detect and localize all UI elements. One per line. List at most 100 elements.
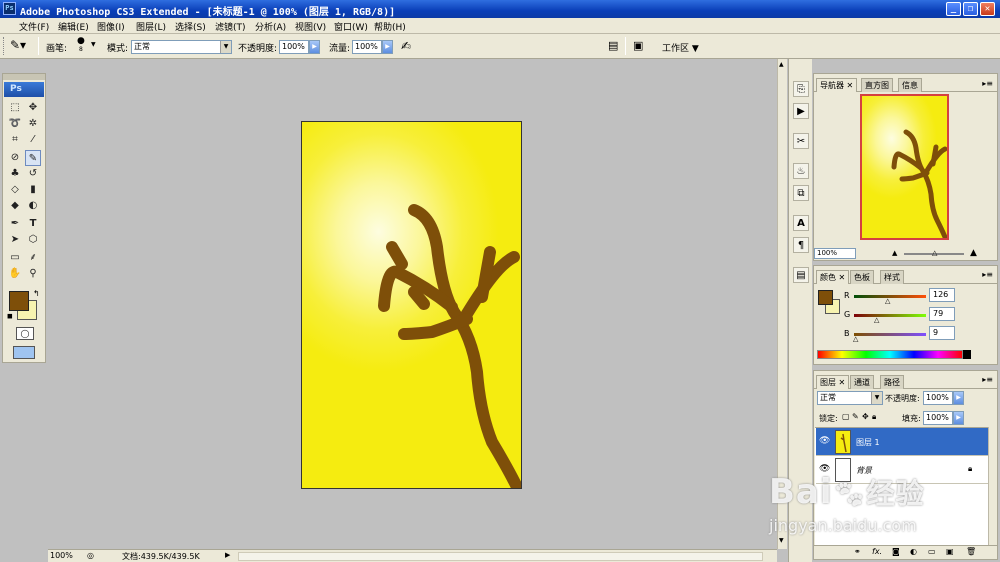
zoom-tool-icon[interactable]: ⚲	[25, 266, 41, 282]
red-value-input[interactable]: 126	[929, 288, 955, 302]
menu-help[interactable]: 帮助(H)	[374, 20, 406, 33]
menu-window[interactable]: 窗口(W)	[334, 20, 368, 33]
opacity-slider-arrow-icon[interactable]: ▶	[309, 40, 320, 54]
shape-tool-icon[interactable]: ⬡	[25, 232, 41, 248]
blue-value-input[interactable]: 9	[929, 326, 955, 340]
tab-swatches[interactable]: 色板	[850, 270, 874, 284]
zoom-slider-thumb[interactable]: △	[932, 249, 937, 257]
green-value-input[interactable]: 79	[929, 307, 955, 321]
green-slider-thumb[interactable]: △	[874, 316, 879, 324]
restore-icon[interactable]: ❐	[963, 2, 978, 16]
color-panel-foreground-swatch[interactable]	[818, 290, 833, 305]
lock-position-icon[interactable]: ✥	[862, 412, 869, 421]
slice-tool-icon[interactable]: ⁄	[25, 132, 41, 148]
tab-channels[interactable]: 通道	[850, 375, 874, 389]
navigator-preview[interactable]	[860, 94, 949, 240]
tab-info[interactable]: 信息	[898, 78, 922, 92]
airbrush-icon[interactable]: ✍	[401, 39, 411, 53]
lock-transparency-icon[interactable]: ▢	[842, 412, 850, 421]
menu-edit[interactable]: 编辑(E)	[58, 20, 89, 33]
navigator-zoom-input[interactable]: 100%	[814, 248, 856, 259]
status-menu-icon[interactable]: ◎	[87, 551, 94, 560]
pen-tool-icon[interactable]: ✒	[7, 216, 23, 232]
eyedropper-tool-icon[interactable]: ⸙	[25, 250, 41, 266]
fx-icon[interactable]: fx.	[872, 547, 882, 556]
notes-tool-icon[interactable]: ▭	[7, 250, 23, 266]
flow-input[interactable]: 100%	[352, 40, 382, 54]
status-arrow-icon[interactable]: ▶	[225, 551, 230, 559]
tab-histogram[interactable]: 直方图	[861, 78, 893, 92]
close-icon[interactable]: ✕	[980, 2, 995, 16]
marquee-tool-icon[interactable]: ⬚	[7, 100, 23, 116]
menu-analysis[interactable]: 分析(A)	[255, 20, 286, 33]
menu-filter[interactable]: 滤镜(T)	[215, 20, 246, 33]
mode-select[interactable]: 正常 ▼	[131, 40, 232, 54]
menu-layer[interactable]: 图层(L)	[136, 20, 166, 33]
tab-layers[interactable]: 图层 ✕	[816, 375, 850, 389]
horizontal-scrollbar[interactable]	[238, 552, 763, 561]
type-tool-icon[interactable]: T	[25, 216, 41, 232]
black-swatch[interactable]	[963, 350, 971, 359]
layer-row[interactable]: 👁︎ 图层 1	[816, 428, 989, 456]
actions-icon[interactable]: ▶	[793, 103, 809, 119]
panel-menu-icon[interactable]: ▸≡	[982, 375, 993, 384]
lasso-tool-icon[interactable]: ➰	[7, 116, 23, 132]
brush-tool-icon[interactable]: ✎▾	[10, 38, 26, 52]
magic-wand-tool-icon[interactable]: ✲	[25, 116, 41, 132]
blue-slider-thumb[interactable]: △	[853, 335, 858, 343]
menu-select[interactable]: 选择(S)	[175, 20, 206, 33]
tab-styles[interactable]: 样式	[880, 270, 904, 284]
history-brush-tool-icon[interactable]: ↺	[25, 166, 41, 182]
paragraph-icon[interactable]: ¶	[793, 237, 809, 253]
chevron-down-icon[interactable]: ▼	[91, 41, 96, 48]
lock-all-icon[interactable]: 🔒︎	[872, 412, 876, 422]
panel-menu-icon[interactable]: ▸≡	[982, 79, 993, 88]
tab-navigator[interactable]: 导航器 ✕	[816, 78, 858, 92]
brush-picker[interactable]: ● 8	[77, 37, 85, 54]
mask-icon[interactable]: ◙	[892, 547, 900, 556]
crop-tool-icon[interactable]: ⌗	[7, 132, 23, 148]
clone-source-icon[interactable]: ⧉	[793, 185, 809, 201]
screen-mode-icon[interactable]	[13, 346, 35, 359]
healing-brush-tool-icon[interactable]: ⊘	[7, 150, 23, 166]
blend-mode-select[interactable]: 正常 ▼	[817, 391, 883, 405]
clone-stamp-tool-icon[interactable]: ♣	[7, 166, 23, 182]
fill-arrow-icon[interactable]: ▶	[953, 411, 964, 425]
lock-pixels-icon[interactable]: ✎	[852, 412, 859, 421]
green-slider[interactable]	[854, 314, 926, 317]
foreground-color-swatch[interactable]	[9, 291, 29, 311]
minimize-icon[interactable]: _	[946, 2, 961, 16]
color-spectrum-bar[interactable]	[817, 350, 963, 359]
fill-input[interactable]: 100%	[923, 411, 953, 425]
dodge-tool-icon[interactable]: ◐	[25, 198, 41, 214]
default-colors-icon[interactable]: ◼	[7, 312, 13, 320]
zoom-level[interactable]: 100%	[50, 551, 73, 560]
bridge-icon[interactable]: ▣	[633, 39, 643, 52]
new-layer-icon[interactable]: ▣	[946, 547, 954, 556]
gradient-tool-icon[interactable]: ▮	[25, 182, 41, 198]
blue-slider[interactable]	[854, 333, 926, 336]
zoom-in-icon[interactable]: ▲	[970, 248, 977, 258]
layer-opacity-arrow-icon[interactable]: ▶	[953, 391, 964, 405]
hand-tool-icon[interactable]: ✋	[7, 266, 23, 282]
quick-mask-icon[interactable]: ◯	[16, 327, 34, 340]
panel-menu-icon[interactable]: ▸≡	[982, 270, 993, 279]
menu-file[interactable]: 文件(F)	[19, 20, 49, 33]
character-icon[interactable]: A	[793, 215, 809, 231]
blur-tool-icon[interactable]: ◆	[7, 198, 23, 214]
eraser-tool-icon[interactable]: ◇	[7, 182, 23, 198]
group-icon[interactable]: ▭	[928, 547, 936, 556]
workspace-button[interactable]: 工作区 ▼	[662, 41, 699, 54]
opacity-input[interactable]: 100%	[279, 40, 309, 54]
link-icon[interactable]: ⚭	[854, 547, 861, 556]
document-canvas[interactable]	[301, 121, 522, 491]
zoom-out-icon[interactable]: ▲	[892, 249, 897, 257]
path-selection-tool-icon[interactable]: ➤	[7, 232, 23, 248]
tab-color[interactable]: 颜色 ✕	[816, 270, 850, 284]
trash-icon[interactable]: 🗑︎	[966, 547, 976, 556]
swap-colors-icon[interactable]: ↰	[33, 289, 40, 298]
menu-view[interactable]: 视图(V)	[295, 20, 326, 33]
layer-comps-icon[interactable]: ▤	[793, 267, 809, 283]
palette-well-icon[interactable]: ▤	[608, 39, 618, 52]
tool-presets-icon[interactable]: ✂	[793, 133, 809, 149]
